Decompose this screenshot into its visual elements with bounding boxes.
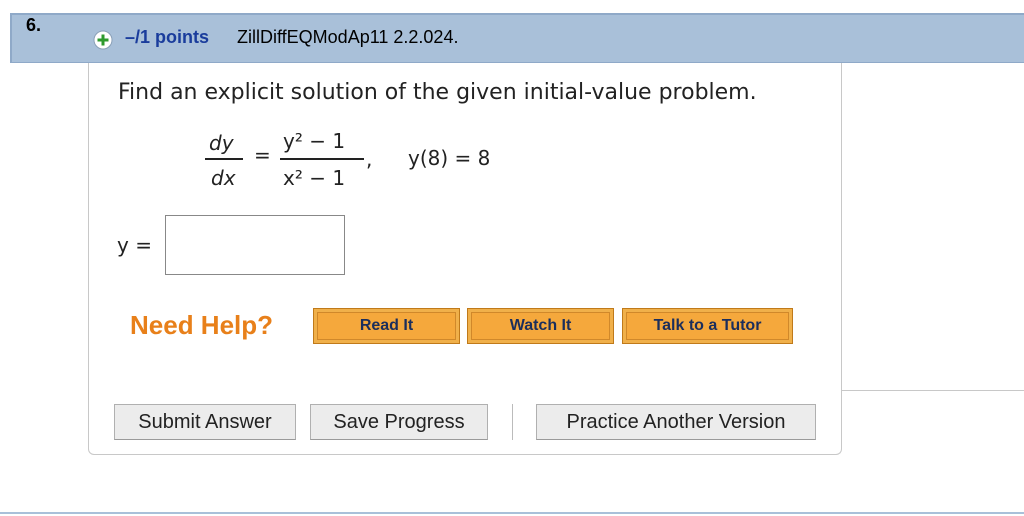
- rhs-numerator: y² − 1: [283, 129, 346, 153]
- read-it-button[interactable]: Read It: [313, 308, 460, 344]
- answer-label: y =: [117, 233, 152, 257]
- watch-it-label: Watch It: [471, 312, 610, 340]
- equals-sign: =: [254, 143, 271, 167]
- submit-answer-button[interactable]: Submit Answer: [114, 404, 296, 440]
- initial-condition: y(8) = 8: [408, 146, 491, 170]
- lhs-numerator: dy: [209, 131, 234, 155]
- read-it-label: Read It: [317, 312, 456, 340]
- page-bottom-border: [0, 512, 1024, 514]
- need-help-heading: Need Help?: [130, 310, 274, 340]
- lhs-fraction-bar: [205, 158, 243, 160]
- question-code: ZillDiffEQModAp11 2.2.024.: [237, 27, 459, 47]
- save-progress-button[interactable]: Save Progress: [310, 404, 488, 440]
- panel-divider: [842, 390, 1024, 391]
- expand-plus-icon[interactable]: [93, 30, 113, 50]
- rhs-fraction-bar: [280, 158, 364, 160]
- talk-to-tutor-label: Talk to a Tutor: [626, 312, 789, 340]
- talk-to-tutor-button[interactable]: Talk to a Tutor: [622, 308, 793, 344]
- lhs-denominator: dx: [211, 166, 236, 190]
- practice-another-version-button[interactable]: Practice Another Version: [536, 404, 816, 440]
- question-number: 6.: [26, 15, 42, 35]
- answer-input[interactable]: [165, 215, 345, 275]
- problem-prompt: Find an explicit solution of the given i…: [118, 80, 757, 105]
- points-label: –/1 points: [125, 27, 210, 47]
- rhs-denominator: x² − 1: [283, 166, 346, 190]
- button-separator: [512, 404, 513, 440]
- watch-it-button[interactable]: Watch It: [467, 308, 614, 344]
- equation-comma: ,: [366, 147, 373, 171]
